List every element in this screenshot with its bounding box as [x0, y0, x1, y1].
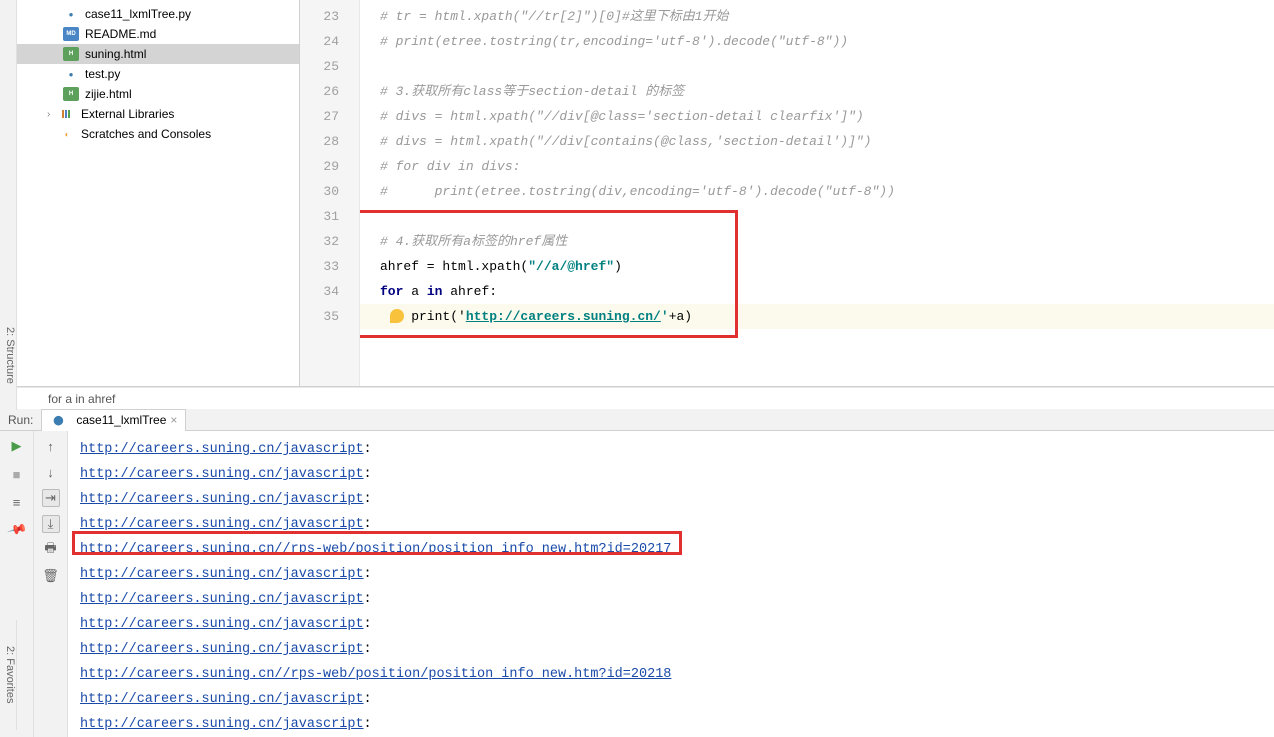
console-line: http://careers.suning.cn/javascript: — [80, 437, 1274, 462]
line-number: 33 — [300, 254, 359, 279]
console-link[interactable]: http://careers.suning.cn/javascript — [80, 492, 364, 507]
python-file-icon: ● — [63, 67, 79, 81]
scratches-label: Scratches and Consoles — [81, 127, 211, 141]
console-line: http://careers.suning.cn/javascript: — [80, 587, 1274, 612]
run-tab[interactable]: ⬤ case11_lxmlTree × — [41, 409, 186, 431]
down-button[interactable]: ↓ — [42, 463, 60, 481]
close-icon[interactable]: × — [170, 413, 177, 427]
console-link[interactable]: http://careers.suning.cn/javascript — [80, 517, 364, 532]
layout-button[interactable]: ≡ — [8, 493, 26, 511]
file-name: README.md — [85, 27, 156, 41]
code-line[interactable]: # tr = html.xpath("//tr[2]")[0]#这里下标由1开始 — [360, 4, 1274, 29]
line-number: 31 — [300, 204, 359, 229]
line-number: 34 — [300, 279, 359, 304]
console-link[interactable]: http://careers.suning.cn/javascript — [80, 467, 364, 482]
library-icon — [59, 107, 75, 121]
console-line: http://careers.suning.cn/javascript: — [80, 687, 1274, 712]
file-name: case11_lxmlTree.py — [85, 7, 191, 21]
code-line[interactable]: ahref = html.xpath("//a/@href") — [360, 254, 1274, 279]
line-number: 30 — [300, 179, 359, 204]
html-file-icon: H — [63, 47, 79, 61]
lib-label: External Libraries — [81, 107, 174, 121]
code-line[interactable]: # divs = html.xpath("//div[@class='secti… — [360, 104, 1274, 129]
code-editor[interactable]: # tr = html.xpath("//tr[2]")[0]#这里下标由1开始… — [360, 0, 1274, 386]
rerun-button[interactable]: ▶ — [8, 437, 26, 455]
file-name: zijie.html — [85, 87, 132, 101]
console-link[interactable]: http://careers.suning.cn/javascript — [80, 592, 364, 607]
code-line[interactable]: # for div in divs: — [360, 154, 1274, 179]
print-button[interactable]: 🖶 — [42, 541, 60, 559]
console-line: http://careers.suning.cn/javascript: — [80, 712, 1274, 737]
console-line: http://careers.suning.cn/javascript: — [80, 512, 1274, 537]
console-line: http://careers.suning.cn//rps-web/positi… — [80, 537, 1274, 562]
console-link[interactable]: http://careers.suning.cn/javascript — [80, 692, 364, 707]
console-output[interactable]: http://careers.suning.cn/javascript:http… — [68, 431, 1274, 737]
console-line: http://careers.suning.cn/javascript: — [80, 487, 1274, 512]
code-line[interactable]: print('http://careers.suning.cn/'+a) — [360, 304, 1274, 329]
line-number: 25 — [300, 54, 359, 79]
stop-button[interactable]: ■ — [8, 465, 26, 483]
tree-file[interactable]: Hsuning.html — [17, 44, 299, 64]
line-number: 35 — [300, 304, 359, 329]
chevron-right-icon: › — [47, 109, 59, 120]
tree-file[interactable]: ● test.py — [17, 64, 299, 84]
run-tab-name: case11_lxmlTree — [76, 413, 166, 427]
console-link[interactable]: http://careers.suning.cn/javascript — [80, 442, 364, 457]
scratches-icon: ◐ — [59, 127, 75, 141]
code-line[interactable]: # print(etree.tostring(div,encoding='utf… — [360, 179, 1274, 204]
file-name: test.py — [85, 67, 120, 81]
soft-wrap-button[interactable]: ⇥ — [42, 489, 60, 507]
console-link[interactable]: http://careers.suning.cn/javascript — [80, 617, 364, 632]
file-name: suning.html — [85, 47, 146, 61]
markdown-file-icon: MD — [63, 27, 79, 41]
project-tree-panel: ● case11_lxmlTree.py MD README.md Hsuning.ht… — [0, 0, 300, 386]
line-number: 27 — [300, 104, 359, 129]
console-line: http://careers.suning.cn/javascript: — [80, 562, 1274, 587]
console-line: http://careers.suning.cn/javascript: — [80, 612, 1274, 637]
intention-bulb-icon[interactable] — [390, 309, 404, 323]
code-line[interactable]: # divs = html.xpath("//div[contains(@cla… — [360, 129, 1274, 154]
run-tab-bar: Run: ⬤ case11_lxmlTree × — [0, 409, 1274, 431]
tree-file[interactable]: ● case11_lxmlTree.py — [17, 4, 299, 24]
python-file-icon: ● — [63, 7, 79, 21]
console-link[interactable]: http://careers.suning.cn/javascript — [80, 567, 364, 582]
console-link[interactable]: http://careers.suning.cn//rps-web/positi… — [80, 542, 671, 557]
scratches-consoles[interactable]: ◐ Scratches and Consoles — [17, 124, 299, 144]
code-line[interactable]: # print(etree.tostring(tr,encoding='utf-… — [360, 29, 1274, 54]
favorites-tab[interactable]: 2: Favorites — [0, 620, 17, 730]
line-number: 23 — [300, 4, 359, 29]
line-number: 28 — [300, 129, 359, 154]
editor-gutter: 23242526272829303132333435 — [300, 0, 360, 386]
trash-button[interactable]: 🗑 — [42, 567, 60, 585]
structure-tab[interactable]: 2: Structure — [0, 300, 17, 410]
code-line[interactable] — [360, 204, 1274, 229]
line-number: 32 — [300, 229, 359, 254]
console-link[interactable]: http://careers.suning.cn/javascript — [80, 717, 364, 732]
up-button[interactable]: ↑ — [42, 437, 60, 455]
run-label: Run: — [0, 413, 41, 427]
external-libraries[interactable]: › External Libraries — [17, 104, 299, 124]
tree-file[interactable]: Hzijie.html — [17, 84, 299, 104]
console-line: http://careers.suning.cn/javascript: — [80, 637, 1274, 662]
line-number: 24 — [300, 29, 359, 54]
html-file-icon: H — [63, 87, 79, 101]
run-toolbar-right: ↑ ↓ ⇥ ⤓ 🖶 🗑 — [34, 431, 68, 737]
code-line[interactable]: # 3.获取所有class等于section-detail 的标签 — [360, 79, 1274, 104]
scroll-end-button[interactable]: ⤓ — [42, 515, 60, 533]
line-number: 29 — [300, 154, 359, 179]
console-link[interactable]: http://careers.suning.cn//rps-web/positi… — [80, 667, 671, 682]
console-link[interactable]: http://careers.suning.cn/javascript — [80, 642, 364, 657]
code-line[interactable] — [360, 54, 1274, 79]
code-line[interactable]: # 4.获取所有a标签的href属性 — [360, 229, 1274, 254]
pin-button[interactable]: 📌 — [4, 518, 29, 543]
console-line: http://careers.suning.cn//rps-web/positi… — [80, 662, 1274, 687]
code-line[interactable]: for a in ahref: — [360, 279, 1274, 304]
console-line: http://careers.suning.cn/javascript: — [80, 462, 1274, 487]
tree-file[interactable]: MD README.md — [17, 24, 299, 44]
line-number: 26 — [300, 79, 359, 104]
breadcrumb[interactable]: for a in ahref — [0, 387, 1274, 409]
python-icon: ⬤ — [50, 413, 66, 427]
